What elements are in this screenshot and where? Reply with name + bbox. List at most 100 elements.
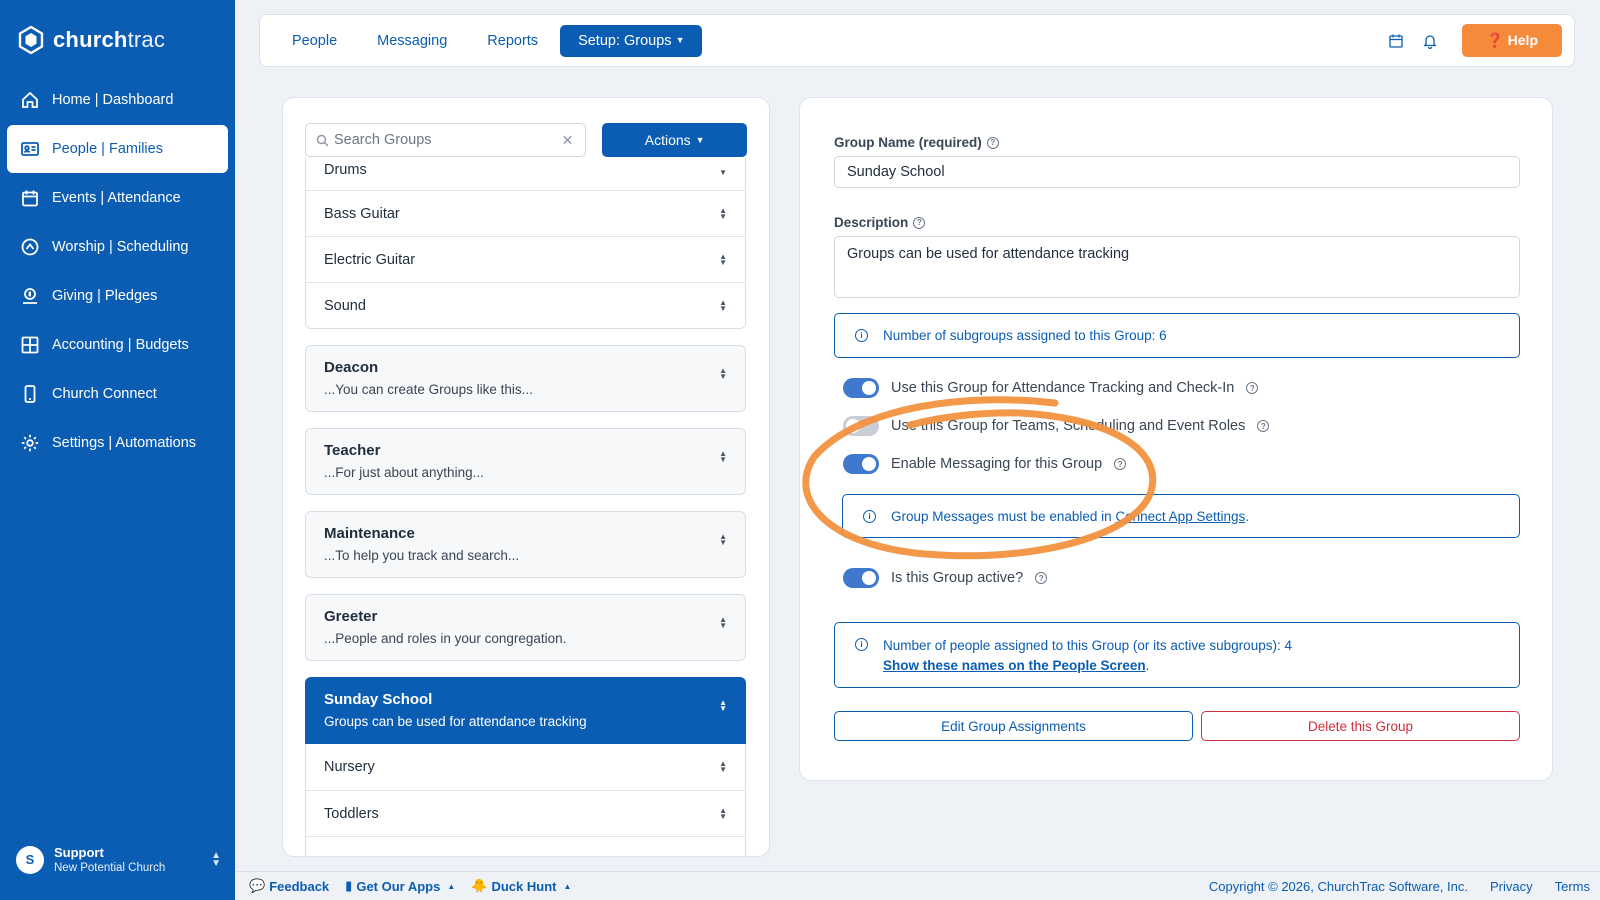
setup-groups-menu[interactable]: Setup: Groups ▼ bbox=[560, 24, 703, 57]
nav-link-people[interactable]: People bbox=[272, 33, 357, 49]
help-button[interactable]: ❓ Help bbox=[1462, 24, 1562, 57]
nav-link-messaging[interactable]: Messaging bbox=[357, 33, 467, 49]
attendance-toggle[interactable] bbox=[843, 378, 879, 398]
duck-hunt-menu[interactable]: 🐥 Duck Hunt ▲ bbox=[471, 878, 571, 894]
phone-icon bbox=[24, 385, 36, 403]
clear-search-icon[interactable]: ✕ bbox=[562, 132, 574, 149]
sort-handle-icon[interactable]: ▲ ▼ bbox=[719, 450, 727, 464]
subgroup-name: Sound bbox=[324, 297, 366, 314]
sidebar-item-events[interactable]: Events | Attendance bbox=[7, 174, 228, 222]
show-names-link[interactable]: Show these names on the People Screen bbox=[883, 658, 1146, 673]
connect-app-settings-link[interactable]: Connect App Settings bbox=[1115, 509, 1245, 524]
sidebar-item-home[interactable]: Home | Dashboard bbox=[7, 76, 228, 124]
group-card-teacher[interactable]: Teacher ...For just about anything... ▲ ▼ bbox=[305, 428, 746, 495]
list-item[interactable]: Nursery ▲ ▼ bbox=[306, 744, 745, 790]
get-our-apps-menu[interactable]: ▮ Get Our Apps ▲ bbox=[345, 878, 455, 894]
sort-handle-icon[interactable]: ▲ ▼ bbox=[719, 616, 727, 630]
subgroups-info-box: i Number of subgroups assigned to this G… bbox=[834, 313, 1520, 358]
sort-handle-icon[interactable]: ▼ bbox=[719, 169, 727, 177]
sidebar-item-giving[interactable]: Giving | Pledges bbox=[7, 272, 228, 320]
caret-down-icon: ▼ bbox=[675, 34, 685, 45]
question-circle-icon[interactable]: ? bbox=[1246, 382, 1259, 394]
people-link-suffix: . bbox=[1145, 657, 1150, 673]
giving-icon bbox=[23, 288, 37, 304]
description-textarea[interactable]: Groups can be used for attendance tracki… bbox=[834, 236, 1520, 298]
help-label: Help bbox=[1507, 32, 1538, 48]
phone-icon: ▮ bbox=[345, 878, 353, 893]
list-item[interactable] bbox=[306, 836, 745, 856]
chevron-updown-icon: ▲ ▼ bbox=[211, 849, 221, 869]
id-card-icon bbox=[21, 142, 39, 156]
question-circle-icon[interactable]: ? bbox=[986, 136, 999, 149]
group-card-greeter[interactable]: Greeter ...People and roles in your cong… bbox=[305, 594, 746, 661]
sort-handle-icon[interactable]: ▲ ▼ bbox=[719, 760, 727, 774]
subgroup-name: Drums bbox=[324, 162, 367, 178]
brand-logo[interactable]: churchtrac bbox=[0, 0, 235, 62]
list-item[interactable]: Electric Guitar ▲ ▼ bbox=[306, 236, 745, 282]
active-toggle-row: Is this Group active? ? bbox=[843, 568, 1048, 588]
group-detail-panel: Group Name (required)? Sunday School Des… bbox=[799, 97, 1553, 781]
duck-label: Duck Hunt bbox=[491, 878, 557, 894]
list-item[interactable]: Bass Guitar ▲ ▼ bbox=[306, 190, 745, 236]
question-circle-icon[interactable]: ? bbox=[1114, 458, 1127, 470]
group-name-label-text: Group Name (required) bbox=[834, 135, 982, 150]
group-card-deacon[interactable]: Deacon ...You can create Groups like thi… bbox=[305, 345, 746, 412]
subgroup-name: Bass Guitar bbox=[324, 205, 400, 222]
group-card-maintenance[interactable]: Maintenance ...To help you track and sea… bbox=[305, 511, 746, 578]
list-item[interactable]: Sound ▲ ▼ bbox=[306, 282, 745, 328]
sidebar-item-accounting[interactable]: Accounting | Budgets bbox=[7, 321, 228, 369]
duck-icon: 🐥 bbox=[471, 878, 488, 893]
group-name-input[interactable]: Sunday School bbox=[834, 156, 1520, 188]
question-circle-icon[interactable]: ? bbox=[913, 216, 926, 229]
messages-info-box: i Group Messages must be enabled in Conn… bbox=[842, 494, 1520, 538]
worship-icon bbox=[21, 238, 39, 256]
active-toggle-label: Is this Group active? bbox=[891, 570, 1024, 586]
search-placeholder: Search Groups bbox=[334, 131, 432, 148]
question-circle-icon: ❓ bbox=[1486, 32, 1504, 48]
edit-group-assignments-button[interactable]: Edit Group Assignments bbox=[834, 711, 1193, 741]
sidebar-item-label: Church Connect bbox=[52, 386, 157, 402]
teams-toggle[interactable] bbox=[843, 416, 879, 436]
list-item[interactable]: Drums ▼ bbox=[306, 158, 745, 190]
sort-handle-icon[interactable]: ▲ ▼ bbox=[719, 252, 727, 266]
bell-icon[interactable] bbox=[1422, 33, 1438, 49]
sort-handle-icon[interactable]: ▲ ▼ bbox=[719, 533, 727, 547]
info-icon: i bbox=[855, 638, 868, 651]
messaging-toggle[interactable] bbox=[843, 454, 879, 474]
description-label: Description? bbox=[834, 215, 926, 230]
sort-handle-icon[interactable]: ▲ ▼ bbox=[719, 298, 727, 312]
delete-group-button[interactable]: Delete this Group bbox=[1201, 711, 1520, 741]
sort-handle-icon[interactable]: ▲ ▼ bbox=[719, 699, 727, 713]
feedback-link[interactable]: 💬 Feedback bbox=[249, 878, 329, 894]
privacy-link[interactable]: Privacy bbox=[1490, 879, 1533, 894]
group-name: Deacon bbox=[324, 359, 379, 376]
search-groups-input[interactable]: Search Groups ✕ bbox=[305, 122, 587, 157]
gear-icon bbox=[21, 434, 39, 452]
sort-handle-icon[interactable]: ▲ ▼ bbox=[719, 806, 727, 820]
caret-down-icon: ▼ bbox=[695, 134, 705, 145]
question-circle-icon[interactable]: ? bbox=[1035, 572, 1048, 584]
sidebar-item-settings[interactable]: Settings | Automations bbox=[7, 419, 228, 467]
calendar-icon[interactable] bbox=[1388, 33, 1404, 49]
group-card-sunday-school[interactable]: Sunday School Groups can be used for att… bbox=[305, 677, 746, 744]
group-name-label: Group Name (required)? bbox=[834, 135, 999, 150]
top-navbar: People Messaging Reports Setup: Groups ▼ … bbox=[259, 14, 1575, 67]
sort-handle-icon[interactable]: ▲ ▼ bbox=[719, 206, 727, 220]
messaging-toggle-label: Enable Messaging for this Group bbox=[891, 456, 1103, 472]
info-icon: i bbox=[863, 509, 876, 523]
sidebar-item-church-connect[interactable]: Church Connect bbox=[7, 370, 228, 418]
caret-up-icon: ▲ bbox=[563, 881, 572, 891]
sidebar-item-worship[interactable]: Worship | Scheduling bbox=[7, 223, 228, 271]
people-info-box: i Number of people assigned to this Grou… bbox=[834, 622, 1520, 688]
user-menu[interactable]: S Support New Potential Church ▲ ▼ bbox=[16, 845, 221, 874]
question-circle-icon[interactable]: ? bbox=[1257, 420, 1270, 432]
nav-link-reports[interactable]: Reports bbox=[467, 33, 558, 49]
active-toggle[interactable] bbox=[843, 568, 879, 588]
sidebar-item-people[interactable]: People | Families bbox=[7, 125, 228, 173]
sidebar-item-label: People | Families bbox=[52, 141, 163, 157]
actions-button[interactable]: Actions ▼ bbox=[602, 122, 747, 157]
sidebar-item-label: Events | Attendance bbox=[52, 190, 181, 206]
list-item[interactable]: Toddlers ▲ ▼ bbox=[306, 790, 745, 836]
sort-handle-icon[interactable]: ▲ ▼ bbox=[719, 367, 727, 381]
terms-link[interactable]: Terms bbox=[1555, 879, 1590, 894]
